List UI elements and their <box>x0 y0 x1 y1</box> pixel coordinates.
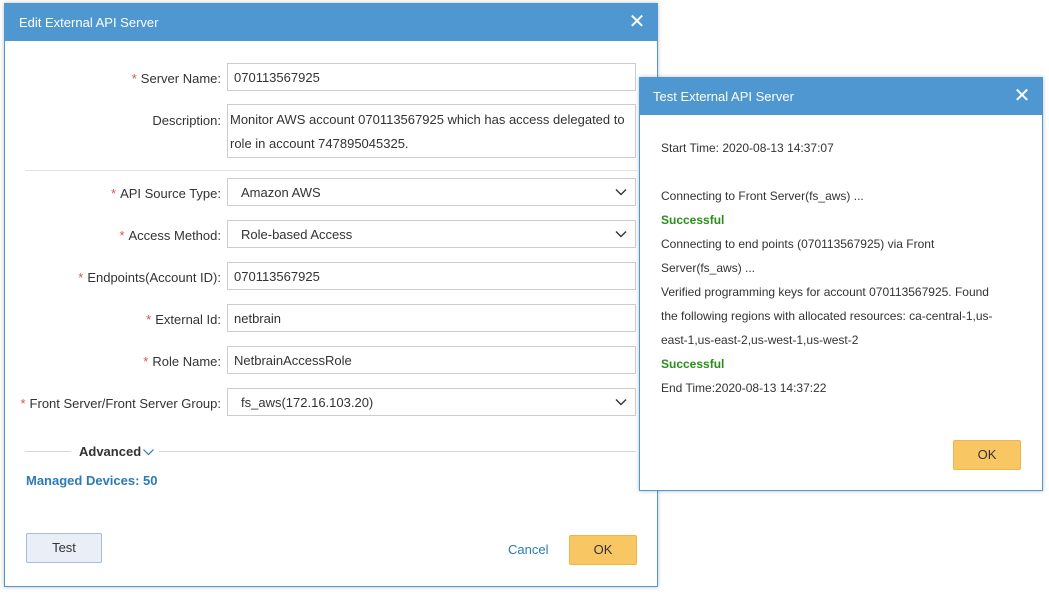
chevron-down-icon <box>143 449 155 456</box>
log-end-time: End Time:2020-08-13 14:37:22 <box>661 381 827 395</box>
edit-external-api-server-dialog: Edit External API Server ✕ * Server Name:… <box>4 3 658 587</box>
advanced-label: Advanced <box>79 444 142 459</box>
description-label: Description: <box>152 113 221 128</box>
required-mark: * <box>78 270 84 285</box>
chevron-down-icon <box>615 399 627 406</box>
api-source-type-select[interactable]: Amazon AWS <box>227 178 636 206</box>
endpoints-label: * Endpoints(Account ID): <box>78 270 221 285</box>
advanced-divider-right <box>159 451 636 452</box>
advanced-toggle[interactable]: Advanced <box>79 444 155 459</box>
test-log: Start Time: 2020-08-13 14:37:07 Connecti… <box>661 136 1021 400</box>
endpoints-label-text: Endpoints(Account ID): <box>87 270 221 285</box>
test-dialog-titlebar: Test External API Server ✕ <box>640 78 1042 115</box>
server-name-label-text: Server Name: <box>140 71 221 86</box>
log-connect-endpoints-cont: Server(fs_aws) ... <box>661 261 756 275</box>
managed-devices-link[interactable]: Managed Devices: 50 <box>26 473 158 488</box>
role-name-label: * Role Name: <box>143 354 221 369</box>
form-divider <box>25 170 637 171</box>
front-server-value: fs_aws(172.16.103.20) <box>241 395 374 410</box>
access-method-label-text: Access Method: <box>128 228 222 243</box>
access-method-value: Role-based Access <box>241 227 353 242</box>
test-button[interactable]: Test <box>26 533 102 563</box>
access-method-select[interactable]: Role-based Access <box>227 220 636 248</box>
external-id-input[interactable]: netbrain <box>227 304 636 332</box>
log-start-time: Start Time: 2020-08-13 14:37:07 <box>661 141 834 155</box>
log-success: Successful <box>661 357 725 371</box>
front-server-label-text: Front Server/Front Server Group: <box>29 396 221 411</box>
test-ok-button[interactable]: OK <box>953 440 1021 470</box>
required-mark: * <box>146 312 152 327</box>
log-verified: Verified programming keys for account 07… <box>661 285 989 299</box>
endpoints-input[interactable]: 070113567925 <box>227 262 636 290</box>
dialog-titlebar: Edit External API Server ✕ <box>5 4 657 41</box>
required-mark: * <box>131 71 137 86</box>
log-connect-endpoints: Connecting to end points (070113567925) … <box>661 237 935 251</box>
log-verified-cont: the following regions with allocated res… <box>661 309 993 323</box>
log-connect-front: Connecting to Front Server(fs_aws) ... <box>661 189 864 203</box>
external-id-label: * External Id: <box>146 312 221 327</box>
api-source-type-label: * API Source Type: <box>111 186 221 201</box>
chevron-down-icon <box>615 189 627 196</box>
server-name-input[interactable]: 070113567925 <box>227 63 636 91</box>
log-spacer <box>661 160 1021 184</box>
chevron-down-icon <box>615 231 627 238</box>
cancel-button[interactable]: Cancel <box>508 542 548 557</box>
required-mark: * <box>119 228 125 243</box>
front-server-label: * Front Server/Front Server Group: <box>20 396 221 411</box>
test-external-api-server-dialog: Test External API Server ✕ Start Time: 2… <box>639 77 1043 491</box>
required-mark: * <box>111 186 117 201</box>
ok-button[interactable]: OK <box>569 535 637 565</box>
description-textarea[interactable]: Monitor AWS account 070113567925 which h… <box>227 104 636 158</box>
server-name-label: * Server Name: <box>132 71 221 86</box>
log-success: Successful <box>661 213 725 227</box>
access-method-label: * Access Method: <box>119 228 221 243</box>
required-mark: * <box>143 354 149 369</box>
role-name-label-text: Role Name: <box>152 354 221 369</box>
test-dialog-title: Test External API Server <box>653 89 794 104</box>
close-icon[interactable]: ✕ <box>627 12 647 32</box>
dialog-title: Edit External API Server <box>19 15 159 30</box>
log-verified-cont: east-1,us-east-2,us-west-1,us-west-2 <box>661 333 859 347</box>
api-source-type-value: Amazon AWS <box>241 185 321 200</box>
required-mark: * <box>20 396 26 411</box>
external-id-label-text: External Id: <box>155 312 221 327</box>
role-name-input[interactable]: NetbrainAccessRole <box>227 346 636 374</box>
close-icon[interactable]: ✕ <box>1012 86 1032 106</box>
front-server-select[interactable]: fs_aws(172.16.103.20) <box>227 388 636 416</box>
api-source-type-label-text: API Source Type: <box>120 186 221 201</box>
advanced-divider-left <box>25 451 71 452</box>
